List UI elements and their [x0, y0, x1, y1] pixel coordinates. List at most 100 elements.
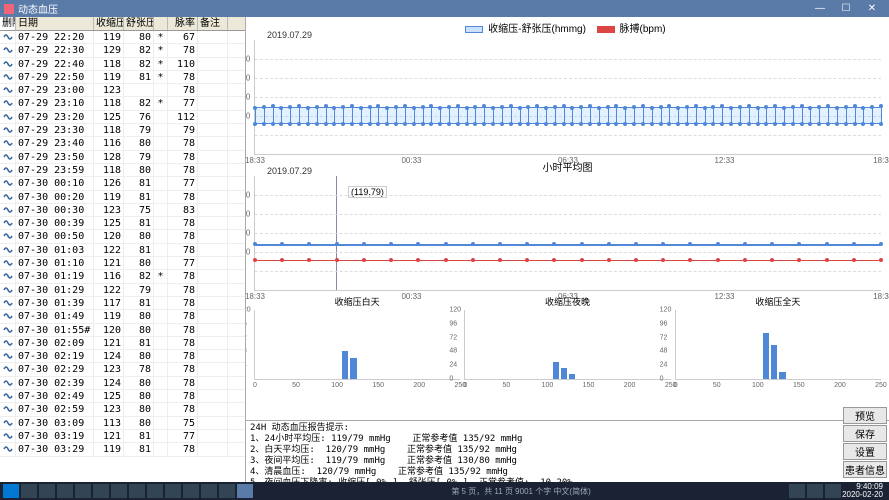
- hourly-chart[interactable]: 2019.07.29 (119,79) 5010015020025018:330…: [254, 176, 881, 291]
- delete-cell[interactable]: [0, 137, 16, 149]
- col-note[interactable]: 备注: [198, 17, 228, 30]
- hist-axes[interactable]: 024487296120050100150200250: [254, 310, 460, 380]
- delete-cell[interactable]: [0, 443, 16, 455]
- delete-cell[interactable]: [0, 58, 16, 70]
- taskbar-app-active[interactable]: [237, 484, 253, 498]
- delete-cell[interactable]: [0, 363, 16, 375]
- grid-body[interactable]: 07-29 22:2011980*6707-29 22:3012982*7807…: [0, 31, 245, 482]
- table-row[interactable]: 07-29 23:1011882*77: [0, 97, 245, 110]
- table-row[interactable]: 07-29 23:2012576112: [0, 111, 245, 124]
- hist-axes[interactable]: 024487296120050100150200250: [675, 310, 881, 380]
- delete-cell[interactable]: [0, 191, 16, 203]
- taskbar-search-icon[interactable]: [21, 484, 37, 498]
- table-row[interactable]: 07-30 01:1911682*78: [0, 270, 245, 283]
- taskbar-app-icon[interactable]: [219, 484, 235, 498]
- close-button[interactable]: ✕: [859, 3, 885, 14]
- delete-cell[interactable]: [0, 151, 16, 163]
- table-row[interactable]: 07-30 00:101268177: [0, 177, 245, 190]
- delete-cell[interactable]: [0, 217, 16, 229]
- col-sys[interactable]: 收缩压: [94, 17, 124, 30]
- report-box[interactable]: 24H 动态血压报告提示: 1、24小时平均压: 119/79 mmHg 正常参…: [246, 420, 889, 482]
- taskbar-clock[interactable]: 9:40:09 2020-02-20: [842, 483, 887, 499]
- delete-cell[interactable]: [0, 164, 16, 176]
- taskbar-app-icon[interactable]: [93, 484, 109, 498]
- taskbar-app-icon[interactable]: [75, 484, 91, 498]
- delete-cell[interactable]: [0, 284, 16, 296]
- delete-cell[interactable]: [0, 84, 16, 96]
- table-row[interactable]: 07-29 23:501287978: [0, 151, 245, 164]
- delete-cell[interactable]: [0, 71, 16, 83]
- tray-icon[interactable]: [825, 484, 841, 498]
- table-row[interactable]: 07-30 01:55#1208078: [0, 324, 245, 337]
- delete-cell[interactable]: [0, 111, 16, 123]
- col-star[interactable]: [154, 17, 168, 30]
- delete-cell[interactable]: [0, 97, 16, 109]
- table-row[interactable]: 07-30 00:501208078: [0, 230, 245, 243]
- delete-cell[interactable]: [0, 31, 16, 43]
- table-row[interactable]: 07-29 23:301187979: [0, 124, 245, 137]
- delete-cell[interactable]: [0, 377, 16, 389]
- taskbar[interactable]: 第 5 页，共 11 页 9001 个字 中文(简体) 9:40:09 2020…: [0, 482, 889, 500]
- hist-axes[interactable]: 024487296120050100150200250: [464, 310, 670, 380]
- table-row[interactable]: 07-30 02:491258078: [0, 390, 245, 403]
- table-row[interactable]: 07-29 22:3012982*78: [0, 44, 245, 57]
- delete-cell[interactable]: [0, 324, 16, 336]
- delete-cell[interactable]: [0, 430, 16, 442]
- table-row[interactable]: 07-29 23:0012378: [0, 84, 245, 97]
- delete-cell[interactable]: [0, 270, 16, 282]
- table-row[interactable]: 07-30 03:191218177: [0, 430, 245, 443]
- delete-cell[interactable]: [0, 297, 16, 309]
- delete-cell[interactable]: [0, 390, 16, 402]
- taskbar-app-icon[interactable]: [147, 484, 163, 498]
- delete-cell[interactable]: [0, 244, 16, 256]
- table-row[interactable]: 07-30 01:291227978: [0, 284, 245, 297]
- taskbar-app-icon[interactable]: [39, 484, 55, 498]
- table-row[interactable]: 07-30 00:391258178: [0, 217, 245, 230]
- delete-cell[interactable]: [0, 204, 16, 216]
- patient-button[interactable]: 患者信息: [843, 461, 887, 478]
- delete-cell[interactable]: [0, 177, 16, 189]
- table-row[interactable]: 07-30 03:091138075: [0, 417, 245, 430]
- delete-cell[interactable]: [0, 44, 16, 56]
- delete-cell[interactable]: [0, 417, 16, 429]
- table-row[interactable]: 07-30 01:491198078: [0, 310, 245, 323]
- table-row[interactable]: 07-30 02:091218178: [0, 337, 245, 350]
- taskbar-app-icon[interactable]: [111, 484, 127, 498]
- taskbar-app-icon[interactable]: [201, 484, 217, 498]
- col-date[interactable]: 日期: [16, 17, 94, 30]
- table-row[interactable]: 07-30 01:391178178: [0, 297, 245, 310]
- table-row[interactable]: 07-30 01:031228178: [0, 244, 245, 257]
- table-row[interactable]: 07-30 02:291237878: [0, 363, 245, 376]
- col-dia[interactable]: 舒张压: [124, 17, 154, 30]
- taskbar-app-icon[interactable]: [129, 484, 145, 498]
- taskbar-app-icon[interactable]: [183, 484, 199, 498]
- table-row[interactable]: 07-30 02:391248078: [0, 377, 245, 390]
- col-hr[interactable]: 脉率: [168, 17, 198, 30]
- table-row[interactable]: 07-30 02:191248078: [0, 350, 245, 363]
- taskbar-app-icon[interactable]: [57, 484, 73, 498]
- table-row[interactable]: 07-29 23:401168078: [0, 137, 245, 150]
- raw-chart[interactable]: 2019.07.29 5010015020025018:3300:3306:33…: [254, 40, 881, 155]
- table-row[interactable]: 07-29 22:2011980*67: [0, 31, 245, 44]
- taskbar-app-icon[interactable]: [165, 484, 181, 498]
- minimize-button[interactable]: —: [807, 3, 833, 14]
- save-button[interactable]: 保存: [843, 425, 887, 442]
- settings-button[interactable]: 设置: [843, 443, 887, 460]
- delete-cell[interactable]: [0, 230, 16, 242]
- table-row[interactable]: 07-30 03:291198178: [0, 443, 245, 456]
- table-row[interactable]: 07-30 02:591238078: [0, 403, 245, 416]
- table-row[interactable]: 07-29 22:4011882*110: [0, 58, 245, 71]
- delete-cell[interactable]: [0, 124, 16, 136]
- tray-icon[interactable]: [789, 484, 805, 498]
- table-row[interactable]: 07-30 00:201198178: [0, 191, 245, 204]
- preview-button[interactable]: 预览: [843, 407, 887, 424]
- maximize-button[interactable]: ☐: [833, 3, 859, 14]
- table-row[interactable]: 07-29 23:591188078: [0, 164, 245, 177]
- delete-cell[interactable]: [0, 257, 16, 269]
- tray-icon[interactable]: [807, 484, 823, 498]
- col-delete[interactable]: 删除: [0, 17, 16, 30]
- table-row[interactable]: 07-30 00:301237583: [0, 204, 245, 217]
- delete-cell[interactable]: [0, 350, 16, 362]
- delete-cell[interactable]: [0, 310, 16, 322]
- delete-cell[interactable]: [0, 337, 16, 349]
